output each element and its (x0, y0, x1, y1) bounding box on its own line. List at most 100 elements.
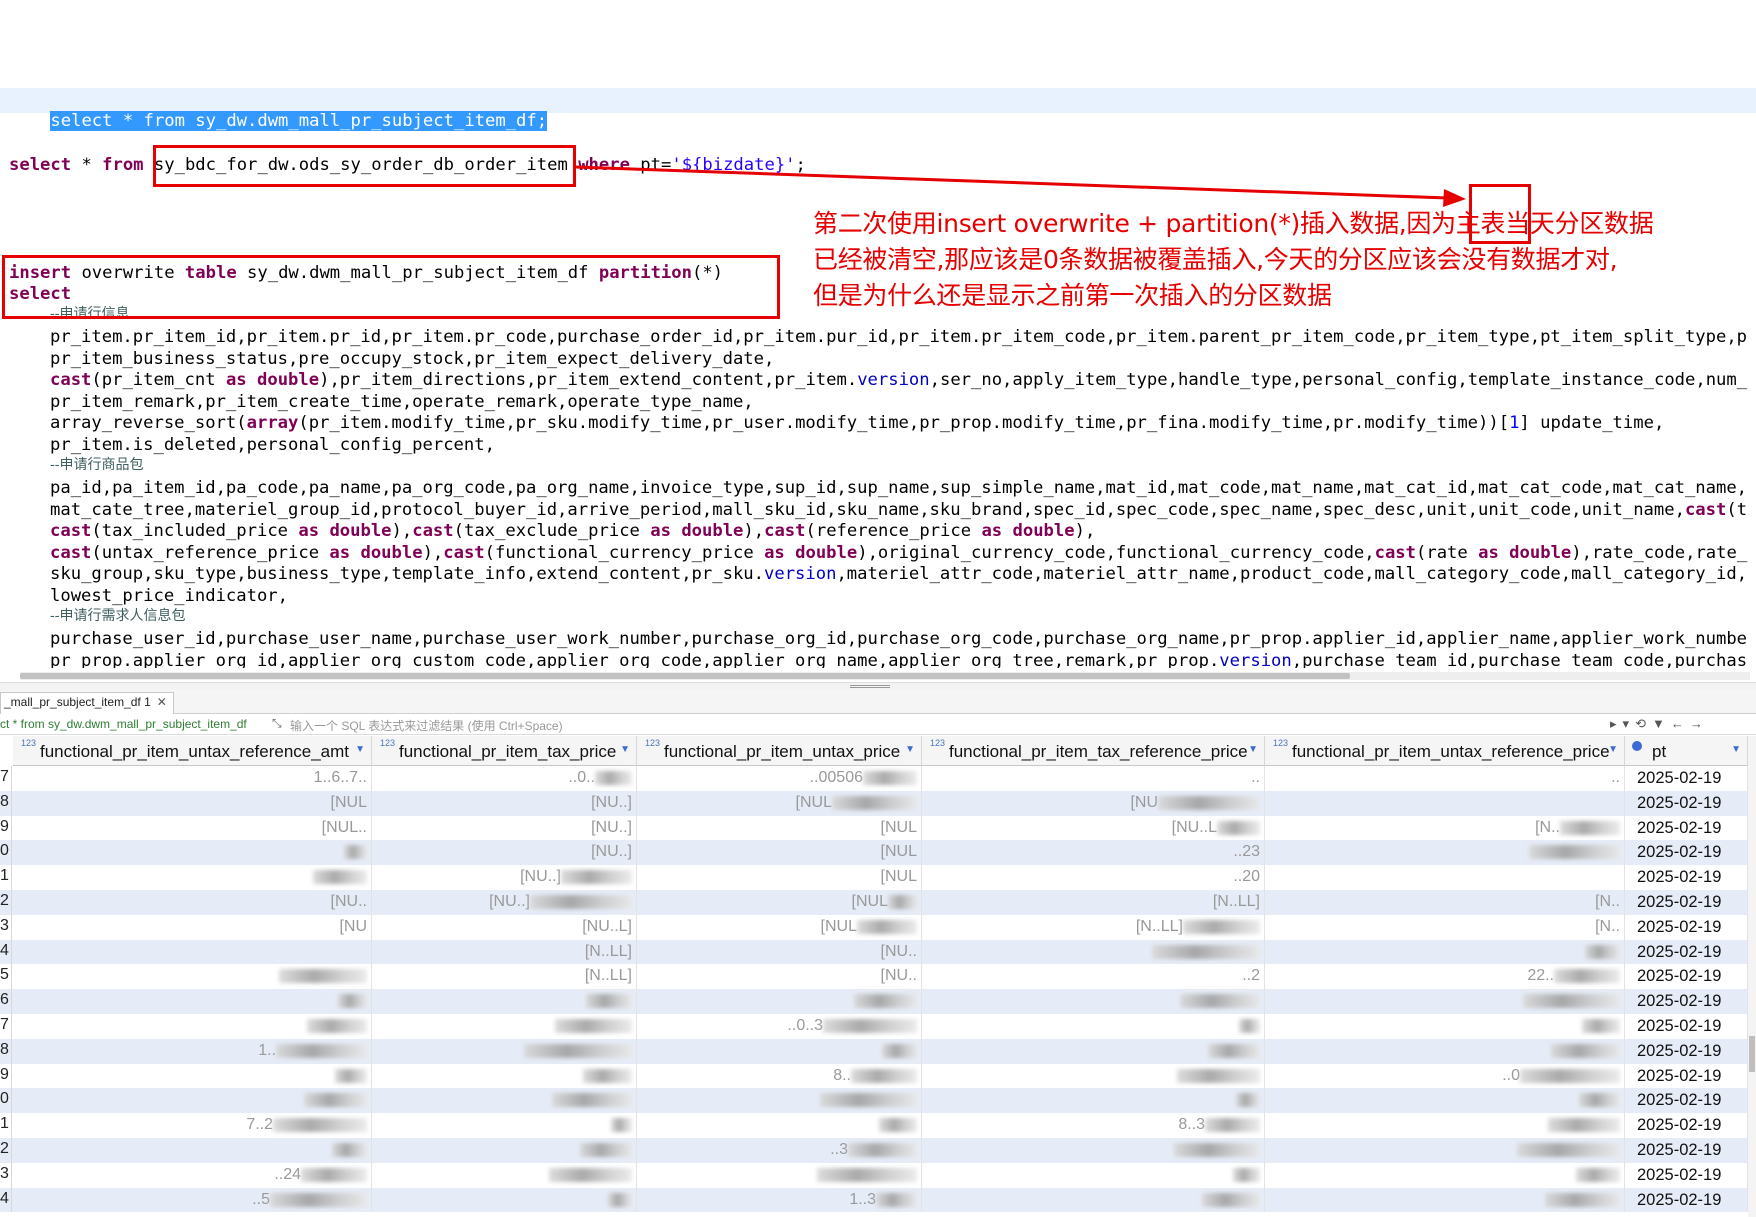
code-line[interactable]: sku_group,sku_type,business_type,templat… (50, 564, 1747, 585)
table-cell[interactable] (13, 1014, 372, 1039)
table-cell[interactable] (372, 989, 637, 1014)
results-grid[interactable]: 123 functional_pr_item_untax_reference_am… (0, 736, 1756, 1217)
table-cell[interactable] (1265, 1138, 1625, 1163)
table-cell[interactable]: [N..LL] (922, 914, 1265, 940)
row-number[interactable]: 7 (0, 1014, 12, 1039)
table-cell[interactable]: ..20 (922, 865, 1265, 890)
column-header-functional_pr_item_untax_price[interactable]: 123 functional_pr_item_untax_price ▼ (637, 736, 922, 766)
table-cell[interactable] (922, 939, 1265, 965)
sort-dropdown-icon[interactable]: ▼ (620, 744, 630, 755)
table-row[interactable]: 4 ..5 1..3 2025-02-19 (0, 1187, 1756, 1213)
table-cell[interactable] (922, 1038, 1265, 1064)
row-number[interactable]: 8 (0, 1038, 12, 1064)
table-cell[interactable]: ..24 (13, 1162, 372, 1188)
table-cell[interactable]: [NUL (637, 865, 922, 890)
code-line[interactable]: pa_id,pa_item_id,pa_code,pa_name,pa_org_… (50, 478, 1747, 499)
code-line[interactable]: pr_item.is_deleted,personal_config_perce… (50, 435, 495, 456)
column-header-functional_pr_item_tax_reference_price[interactable]: 123 functional_pr_item_tax_reference_pric… (922, 736, 1265, 766)
code-line[interactable]: pr_item.pr_item_id,pr_item.pr_id,pr_item… (50, 327, 1747, 348)
sort-dropdown-icon[interactable]: ▼ (905, 744, 915, 755)
table-cell[interactable]: ..0 (1265, 1063, 1625, 1089)
table-cell[interactable]: [NU..] (372, 865, 637, 890)
table-cell[interactable]: .. (1265, 766, 1625, 791)
table-cell[interactable]: [NUL (637, 840, 922, 866)
table-cell[interactable] (922, 1063, 1265, 1089)
dropdown-icon[interactable]: ▾ (1623, 716, 1636, 731)
table-cell[interactable] (1265, 1014, 1625, 1039)
table-row[interactable]: 6 2025-02-19 (0, 989, 1756, 1014)
table-cell[interactable] (1265, 865, 1625, 890)
code-line[interactable]: mat_cate_tree,materiel_group_id,protocol… (50, 500, 1747, 521)
row-number[interactable]: 2 (0, 890, 12, 915)
table-cell[interactable]: 2025-02-19 (1625, 766, 1748, 791)
table-cell[interactable] (922, 989, 1265, 1014)
table-row[interactable]: 2 [NU.. [NU..] [NUL [N..LL] [N.. 2025-02-19 (0, 890, 1756, 915)
table-cell[interactable] (922, 1138, 1265, 1163)
table-row[interactable]: 0 [NU..] [NUL ..23 2025-02-19 (0, 840, 1756, 866)
table-cell[interactable]: [NUL (637, 790, 922, 816)
table-cell[interactable]: [N.. (1265, 890, 1625, 915)
table-cell[interactable] (1265, 840, 1625, 866)
table-cell[interactable] (13, 840, 372, 866)
table-cell[interactable]: ..0..3 (637, 1014, 922, 1039)
history-icon[interactable]: ⟲ (1635, 716, 1652, 731)
table-cell[interactable]: 2025-02-19 (1625, 989, 1748, 1014)
sort-dropdown-icon[interactable]: ▼ (1248, 744, 1258, 755)
code-line[interactable]: cast(pr_item_cnt as double),pr_item_dire… (50, 370, 1747, 391)
table-row[interactable]: 3 [NU [NU..L] [NUL [N..LL] [N.. 2025-02-19 (0, 914, 1756, 940)
arrow-right-icon[interactable]: ▸ (1610, 716, 1623, 731)
table-cell[interactable]: [NU.. (637, 939, 922, 965)
table-cell[interactable]: [NU..L] (372, 914, 637, 940)
table-cell[interactable]: [N.. (1265, 914, 1625, 940)
panel-splitter[interactable] (0, 682, 1756, 690)
table-cell[interactable]: 2025-02-19 (1625, 790, 1748, 816)
scrollbar-thumb[interactable] (1749, 1036, 1755, 1072)
table-cell[interactable] (372, 1063, 637, 1089)
table-cell[interactable]: [NU..] (372, 815, 637, 841)
table-cell[interactable]: [N.. (1265, 815, 1625, 841)
table-cell[interactable] (637, 1162, 922, 1188)
table-cell[interactable]: ..00506 (637, 766, 922, 791)
table-cell[interactable]: [NUL (637, 914, 922, 940)
table-row[interactable]: 8 [NUL [NU..] [NUL [NU 2025-02-19 (0, 790, 1756, 816)
table-cell[interactable] (372, 1088, 637, 1114)
table-row[interactable]: 8 1.. 2025-02-19 (0, 1038, 1756, 1064)
table-row[interactable]: 9 [NUL.. [NU..] [NUL [NU..L [N.. 2025-02-19 (0, 815, 1756, 841)
row-number[interactable]: 1 (0, 1113, 12, 1138)
table-cell[interactable] (1265, 1162, 1625, 1188)
table-cell[interactable]: 1..6..7.. (13, 766, 372, 791)
row-number[interactable]: 7 (0, 766, 12, 791)
row-number[interactable]: 9 (0, 815, 12, 841)
table-cell[interactable] (1265, 939, 1625, 965)
table-cell[interactable]: 2025-02-19 (1625, 1138, 1748, 1163)
table-cell[interactable]: 2025-02-19 (1625, 1014, 1748, 1039)
table-cell[interactable] (372, 1187, 637, 1213)
table-row[interactable]: 1 7..2 8..3 2025-02-19 (0, 1113, 1756, 1138)
table-cell[interactable] (13, 964, 372, 990)
table-cell[interactable]: 7..2 (13, 1113, 372, 1138)
row-number[interactable]: 9 (0, 1063, 12, 1089)
row-number[interactable]: 0 (0, 840, 12, 866)
code-line[interactable]: cast(tax_included_price as double),cast(… (50, 521, 1095, 542)
filter-expand-icon[interactable]: ⤡ (272, 716, 282, 731)
table-cell[interactable]: ..0.. (372, 766, 637, 791)
forward-icon[interactable]: → (1690, 716, 1709, 731)
table-cell[interactable]: [N..LL] (372, 939, 637, 965)
table-cell[interactable]: [NUL (13, 790, 372, 816)
table-cell[interactable] (372, 1038, 637, 1064)
splitter-grip-icon[interactable] (850, 685, 890, 688)
table-cell[interactable] (1265, 790, 1625, 816)
table-cell[interactable]: [NUL (637, 815, 922, 841)
table-cell[interactable] (1265, 1038, 1625, 1064)
table-cell[interactable]: [NU..] (372, 840, 637, 866)
table-cell[interactable] (13, 939, 372, 965)
column-header-functional_pr_item_tax_price[interactable]: 123 functional_pr_item_tax_price ▼ (372, 736, 637, 766)
code-line[interactable]: lowest_price_indicator, (50, 586, 288, 607)
code-line[interactable]: pr_item_remark,pr_item_create_time,opera… (50, 392, 754, 413)
column-header-pt[interactable]: pt ▼ (1625, 736, 1748, 766)
table-cell[interactable]: [NU..] (372, 890, 637, 915)
table-cell[interactable] (13, 1138, 372, 1163)
table-cell[interactable] (372, 1014, 637, 1039)
comment-line[interactable]: --申请行商品包 (50, 454, 143, 476)
close-icon[interactable]: ✕ (157, 695, 167, 709)
